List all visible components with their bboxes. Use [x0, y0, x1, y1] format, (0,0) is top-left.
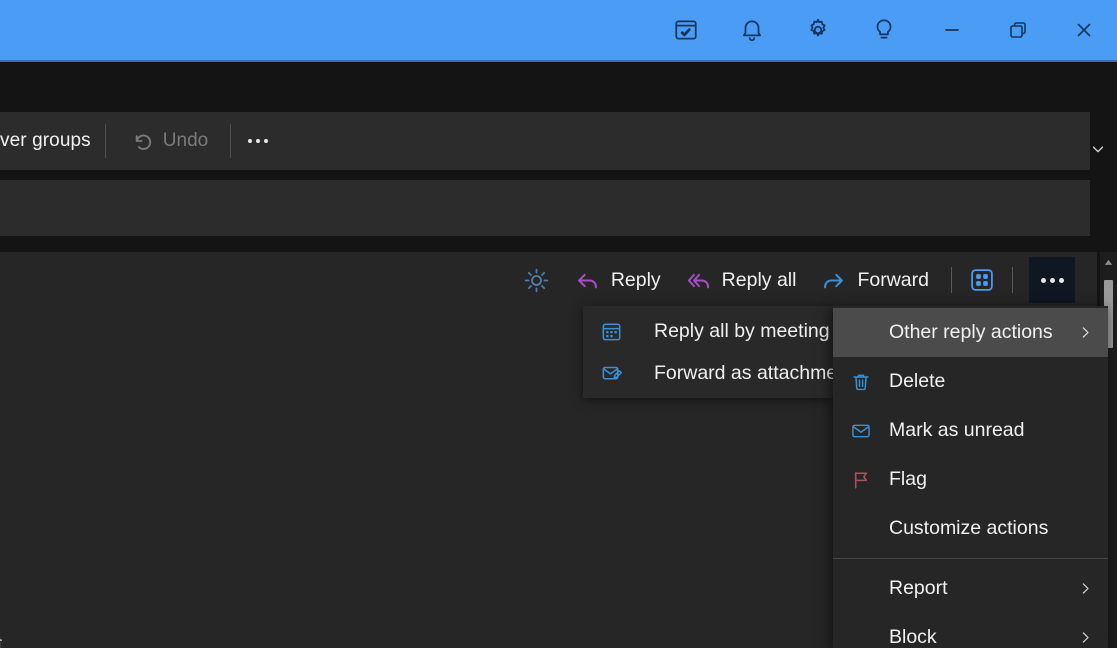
caret-up-icon — [1104, 259, 1113, 265]
chevron-right-icon — [1074, 324, 1094, 341]
reply-all-button[interactable]: Reply all — [673, 259, 809, 301]
menu-item-delete[interactable]: Delete — [833, 357, 1108, 406]
reply-command-bar: Reply Reply all Forward — [0, 252, 1097, 308]
commandbar-divider-2 — [1012, 267, 1013, 293]
menu-item-other-reply-actions[interactable]: Other reply actions — [833, 308, 1108, 357]
reply-label: Reply — [610, 268, 661, 291]
menu-item-label: Forward as attachment — [654, 361, 854, 384]
menu-item-label: Flag — [889, 468, 927, 490]
bell-icon[interactable] — [719, 0, 785, 61]
chevron-right-icon — [1074, 580, 1094, 597]
trash-icon — [847, 371, 875, 393]
chevron-right-icon — [1074, 629, 1094, 646]
forward-label: Forward — [857, 268, 929, 291]
menu-item-flag[interactable]: Flag — [833, 455, 1108, 504]
lightbulb-icon[interactable] — [851, 0, 917, 61]
commandbar-divider-1 — [951, 267, 952, 293]
sun-icon — [525, 268, 549, 292]
minimize-icon[interactable] — [919, 0, 985, 61]
menu-item-forward-as-attachment[interactable]: Forward as attachment — [583, 352, 853, 394]
more-actions-context-menu: Other reply actions Delete Mark as unrea… — [833, 306, 1108, 648]
apps-grid-icon — [971, 269, 993, 291]
message-link-fragment[interactable]: t — [0, 634, 2, 648]
menu-item-label: Block — [889, 626, 937, 648]
todo-tasks-icon[interactable] — [653, 0, 719, 61]
ellipsis-icon — [1040, 277, 1064, 283]
reply-all-label: Reply all — [721, 268, 797, 291]
mail-edit-icon — [597, 362, 625, 385]
other-reply-actions-flyout: Reply all by meeting Forward as attachme… — [583, 306, 853, 398]
flag-icon — [847, 469, 875, 491]
undo-button[interactable]: Undo — [106, 119, 230, 163]
gear-icon[interactable] — [785, 0, 851, 61]
menu-item-customize-actions[interactable]: Customize actions — [833, 504, 1108, 553]
ribbon-overflow-button[interactable] — [231, 119, 285, 163]
ellipsis-icon — [248, 139, 269, 143]
menu-item-label: Reply all by meeting — [654, 319, 830, 342]
menu-item-mark-as-unread[interactable]: Mark as unread — [833, 406, 1108, 455]
scroll-up-button[interactable] — [1100, 252, 1117, 272]
forward-arrow-icon — [824, 273, 844, 288]
envelope-icon — [847, 420, 875, 442]
menu-item-block[interactable]: Block — [833, 613, 1108, 648]
reply-arrow-icon — [577, 273, 597, 288]
chevron-down-icon — [1092, 146, 1104, 153]
title-bar — [0, 0, 1117, 62]
menu-item-label: Customize actions — [889, 517, 1049, 539]
more-actions-button[interactable] — [1029, 257, 1075, 303]
ribbon-group-label: ver groups — [0, 130, 91, 151]
menu-item-report[interactable]: Report — [833, 564, 1108, 613]
undo-icon — [135, 134, 151, 150]
outlook-window: ver groups Undo Reply Reply all Forward … — [0, 0, 1117, 648]
menu-item-label: Other reply actions — [889, 321, 1053, 343]
menu-item-reply-all-by-meeting[interactable]: Reply all by meeting — [583, 310, 833, 352]
ribbon-expand-button[interactable] — [1087, 138, 1109, 160]
calendar-icon — [597, 320, 625, 343]
undo-label: Undo — [162, 130, 209, 151]
reply-button[interactable]: Reply — [562, 259, 673, 301]
menu-item-label: Mark as unread — [889, 419, 1025, 441]
secondary-toolbar-panel — [0, 180, 1090, 236]
brightness-toggle-button[interactable] — [516, 259, 558, 301]
ribbon-toolbar: ver groups Undo — [0, 112, 1090, 170]
menu-item-label: Delete — [889, 370, 946, 392]
apps-button[interactable] — [962, 260, 1002, 300]
menu-item-label: Report — [889, 577, 948, 599]
close-icon[interactable] — [1051, 0, 1117, 61]
forward-button[interactable]: Forward — [808, 259, 941, 301]
restore-icon[interactable] — [985, 0, 1051, 61]
menu-separator — [833, 558, 1108, 559]
reply-all-arrow-icon — [687, 273, 709, 288]
